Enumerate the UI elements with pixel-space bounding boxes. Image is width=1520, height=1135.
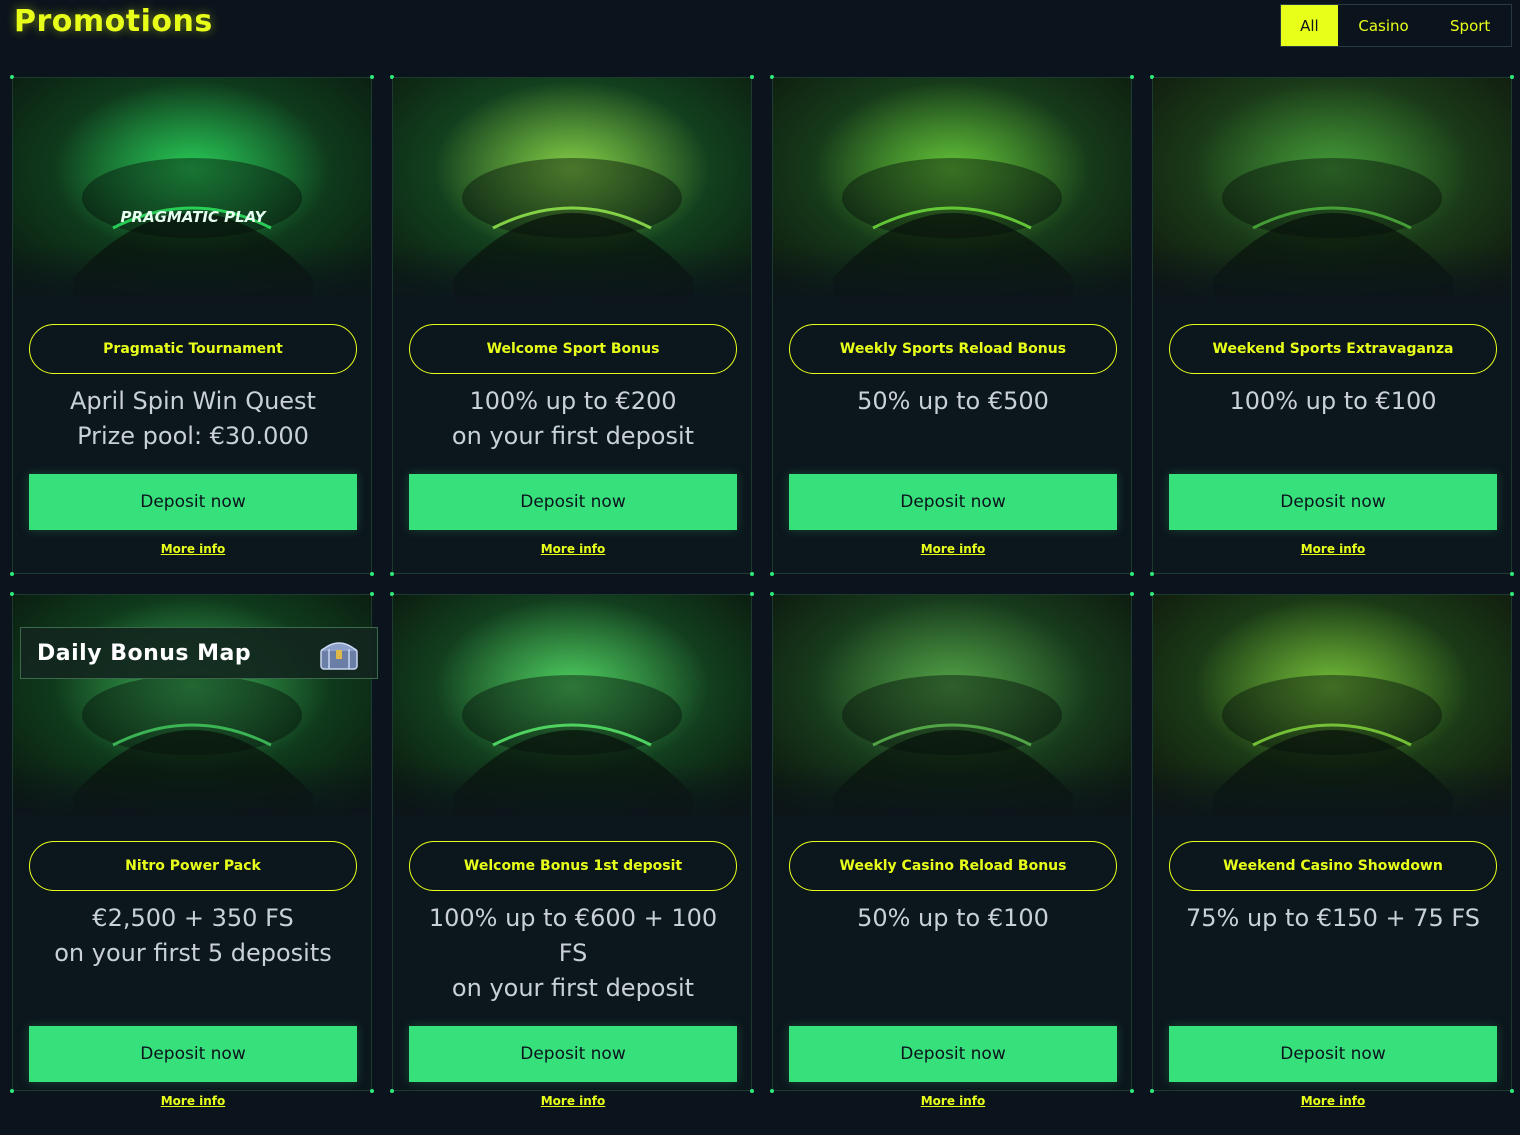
more-info-link[interactable]: More info [393, 1094, 753, 1108]
promo-description: 50% up to €100 [857, 904, 1049, 932]
promo-tag: Pragmatic Tournament [29, 324, 357, 374]
promo-tag: Nitro Power Pack [29, 841, 357, 891]
promo-description: 100% up to €200 on your first deposit [451, 387, 695, 450]
deposit-now-button[interactable]: Deposit now [29, 1026, 357, 1082]
daily-bonus-map-badge[interactable]: Daily Bonus Map [20, 627, 378, 679]
page-title: Promotions [14, 4, 213, 39]
promo-tag: Weekend Casino Showdown [1169, 841, 1497, 891]
deposit-now-button[interactable]: Deposit now [1169, 1026, 1497, 1082]
promo-tag: Welcome Sport Bonus [409, 324, 737, 374]
deposit-now-button[interactable]: Deposit now [789, 1026, 1117, 1082]
futuristic-car-image [393, 595, 751, 823]
promo-card: Weekend Casino Showdown 75% up to €150 +… [1150, 592, 1514, 1108]
promo-tag: Weekend Sports Extravaganza [1169, 324, 1497, 374]
promotion-filter: All Casino Sport [1280, 4, 1512, 47]
treasure-chest-icon [320, 642, 358, 670]
promo-tag: Weekly Sports Reload Bonus [789, 324, 1117, 374]
promo-description: 100% up to €600 + 100 FS on your first d… [428, 904, 718, 1002]
deposit-now-button[interactable]: Deposit now [409, 1026, 737, 1082]
filter-all-button[interactable]: All [1281, 5, 1338, 46]
promo-card: Weekly Sports Reload Bonus 50% up to €50… [770, 75, 1134, 576]
more-info-link[interactable]: More info [773, 1094, 1133, 1108]
promo-card: Weekly Casino Reload Bonus 50% up to €10… [770, 592, 1134, 1108]
more-info-link[interactable]: More info [13, 542, 373, 556]
promo-description: 50% up to €500 [857, 387, 1049, 415]
promo-card: Weekend Sports Extravaganza 100% up to €… [1150, 75, 1514, 576]
deposit-now-button[interactable]: Deposit now [409, 474, 737, 530]
promo-description: 100% up to €100 [1229, 387, 1437, 415]
deposit-now-button[interactable]: Deposit now [789, 474, 1117, 530]
more-info-link[interactable]: More info [773, 542, 1133, 556]
deposit-now-button[interactable]: Deposit now [1169, 474, 1497, 530]
pragmatic-car-image: PRAGMATIC PLAY [13, 78, 371, 306]
promo-description: 75% up to €150 + 75 FS [1186, 904, 1480, 932]
supercar-image [1153, 595, 1511, 823]
cheering-player-image [393, 78, 751, 306]
filter-sport-button[interactable]: Sport [1429, 5, 1511, 46]
promo-description: €2,500 + 350 FS on your first 5 deposits [54, 904, 332, 967]
promo-tag: Welcome Bonus 1st deposit [409, 841, 737, 891]
forest-car-image [773, 595, 1131, 823]
football-players-image [1153, 78, 1511, 306]
more-info-link[interactable]: More info [393, 542, 753, 556]
promo-card: Welcome Sport Bonus 100% up to €200 on y… [390, 75, 754, 576]
promo-tag: Weekly Casino Reload Bonus [789, 841, 1117, 891]
daily-bonus-map-label: Daily Bonus Map [37, 640, 252, 666]
promo-description: April Spin Win Quest Prize pool: €30.000 [70, 387, 316, 450]
more-info-link[interactable]: More info [1153, 542, 1513, 556]
deposit-now-button[interactable]: Deposit now [29, 474, 357, 530]
filter-casino-button[interactable]: Casino [1338, 5, 1430, 46]
promo-card: Welcome Bonus 1st deposit 100% up to €60… [390, 592, 754, 1108]
more-info-link[interactable]: More info [13, 1094, 373, 1108]
promo-card: PRAGMATIC PLAY Pragmatic Tournament Apri… [10, 75, 374, 576]
more-info-link[interactable]: More info [1153, 1094, 1513, 1108]
image-caption: PRAGMATIC PLAY [121, 208, 268, 226]
celebrating-players-image [773, 78, 1131, 306]
